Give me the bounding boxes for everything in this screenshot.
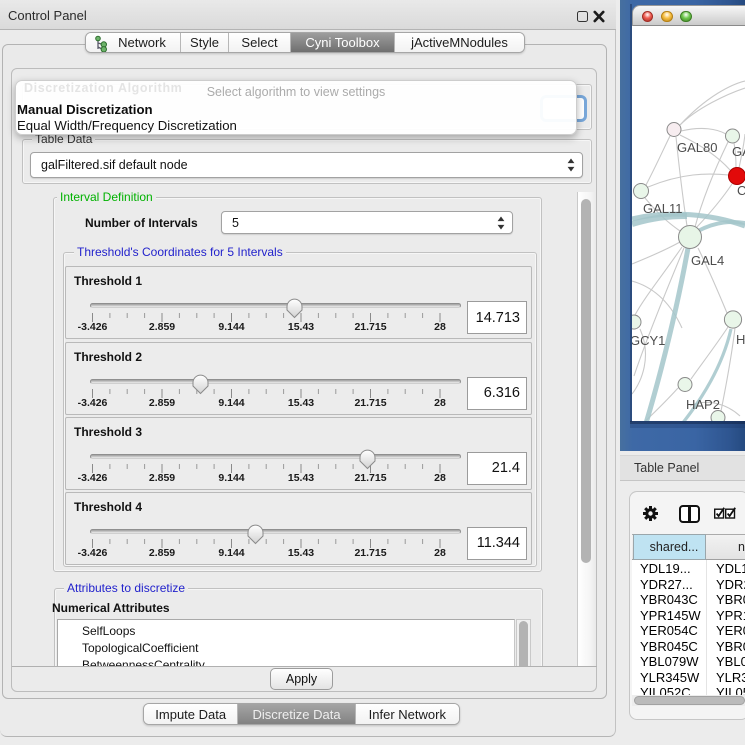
svg-text:GA: GA [732, 144, 745, 159]
svg-text:GAL4: GAL4 [691, 253, 724, 268]
svg-text:GAL80: GAL80 [677, 140, 717, 155]
svg-text:GCY1: GCY1 [632, 333, 665, 348]
svg-text:HAP2: HAP2 [686, 397, 720, 412]
svg-text:H: H [736, 332, 745, 347]
svg-text:GAL11: GAL11 [643, 201, 683, 216]
svg-text:C: C [737, 183, 745, 198]
